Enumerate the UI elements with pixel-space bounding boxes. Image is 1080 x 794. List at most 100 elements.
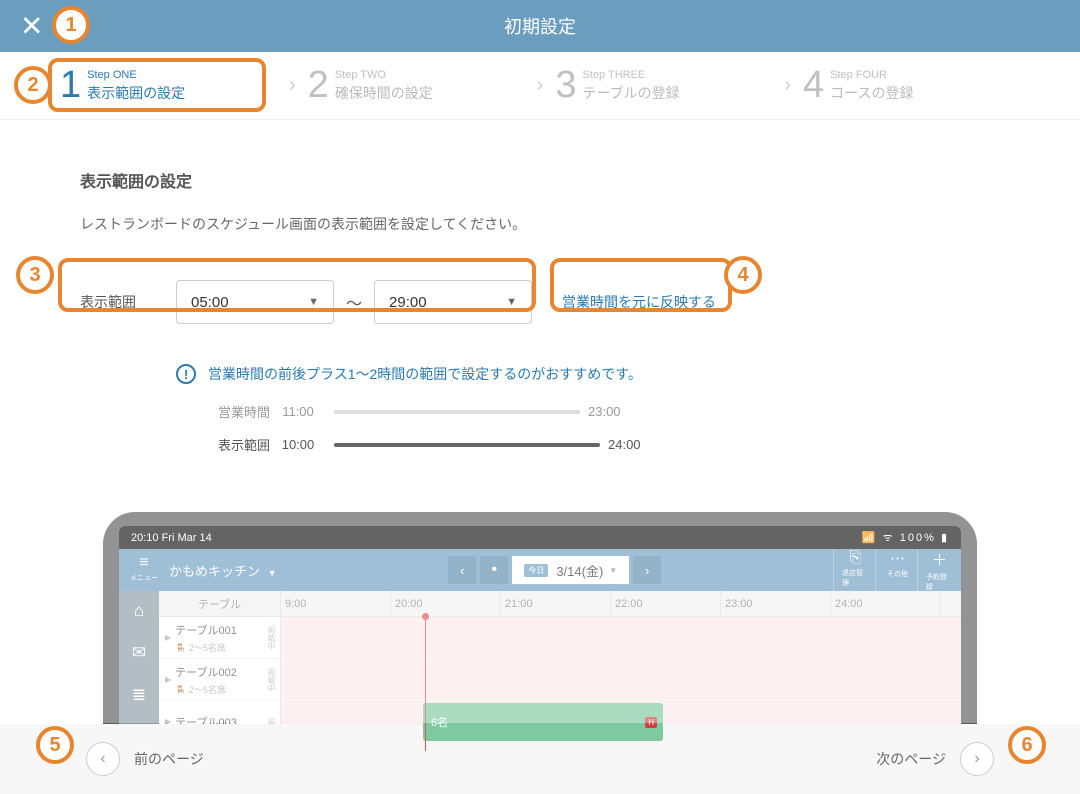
chevron-right-icon: › bbox=[537, 74, 544, 97]
step-title: 確保時間の設定 bbox=[335, 83, 433, 103]
time-col: 22:00 bbox=[611, 591, 721, 616]
step-title: コースの登録 bbox=[830, 83, 913, 103]
ex-from: 11:00 bbox=[270, 404, 326, 419]
annotation-1: 1 bbox=[52, 6, 90, 44]
step-label: Step THREE bbox=[582, 69, 679, 81]
step-3[interactable]: 3 Step THREE テーブルの登録 bbox=[555, 64, 772, 107]
step-number: 2 bbox=[308, 64, 329, 107]
table-row[interactable]: ▶ テーブル001 🪑 2〜5名席 掲載中 bbox=[159, 617, 280, 659]
step-number: 3 bbox=[555, 64, 576, 107]
annotation-4: 4 bbox=[724, 256, 762, 294]
modal-title: 初期設定 bbox=[504, 13, 576, 39]
modal-header: ✕ 初期設定 bbox=[0, 0, 1080, 52]
table-name: テーブル002 bbox=[175, 667, 237, 679]
mail-icon[interactable]: ✉ bbox=[132, 643, 146, 663]
header-actions: ⎘ 退店管理 ⋯ その他 ＋ 予約登録 bbox=[833, 549, 953, 592]
time-header: 9:00 20:00 21:00 22:00 23:00 24:00 bbox=[281, 591, 961, 617]
chevron-right-icon: › bbox=[784, 74, 791, 97]
battery-text: 100% bbox=[900, 532, 936, 544]
section-desc: レストランボードのスケジュール画面の表示範囲を設定してください。 bbox=[80, 214, 1000, 234]
date-nav: ‹ • 今日 3/14(金) ▼ › bbox=[448, 556, 661, 584]
wifi-icon: 📶 ᯤ bbox=[862, 532, 895, 544]
calendar-dot-button[interactable]: • bbox=[480, 556, 508, 584]
next-label: 次のページ bbox=[876, 749, 946, 769]
chevron-left-icon[interactable]: ‹ bbox=[86, 742, 120, 776]
date-text: 3/14(金) bbox=[556, 561, 603, 580]
more-button[interactable]: ⋯ その他 bbox=[875, 549, 911, 592]
step-title: テーブルの登録 bbox=[582, 83, 679, 103]
step-label: Step TWO bbox=[335, 69, 433, 81]
chevron-right-icon: › bbox=[289, 74, 296, 97]
annotation-2: 2 bbox=[14, 66, 52, 104]
content: 表示範囲の設定 レストランボードのスケジュール画面の表示範囲を設定してください。… bbox=[0, 120, 1080, 752]
step-4[interactable]: 4 Step FOUR コースの登録 bbox=[803, 64, 1020, 107]
add-reservation-button[interactable]: ＋ 予約登録 bbox=[917, 549, 953, 592]
status-icons: 📶 ᯤ 100% ▮ bbox=[862, 530, 949, 545]
ex-from: 10:00 bbox=[270, 437, 326, 452]
example-business-hours: 営業時間 11:00 23:00 bbox=[208, 402, 1000, 421]
step-label: Step FOUR bbox=[830, 69, 913, 81]
example-display-range: 表示範囲 10:00 24:00 bbox=[208, 435, 1000, 454]
list-icon[interactable]: ≣ bbox=[132, 685, 146, 705]
caret-right-icon: ▶ bbox=[165, 675, 171, 684]
next-page-group[interactable]: 次のページ › bbox=[876, 742, 994, 776]
time-col: 23:00 bbox=[721, 591, 831, 616]
reservation-block[interactable]: 6名 H bbox=[423, 703, 663, 741]
table-column-header: テーブル bbox=[159, 591, 280, 617]
reservation-label: 6名 bbox=[431, 714, 448, 730]
next-date-button[interactable]: › bbox=[633, 556, 661, 584]
step-2[interactable]: 2 Step TWO 確保時間の設定 bbox=[308, 64, 525, 107]
caret-right-icon: ▶ bbox=[165, 633, 171, 642]
status-time: 20:10 Fri Mar 14 bbox=[131, 532, 212, 544]
caret-down-icon: ▼ bbox=[609, 566, 617, 575]
ex-bar bbox=[334, 410, 580, 414]
now-indicator-line bbox=[425, 617, 426, 751]
timeline-row[interactable] bbox=[281, 659, 961, 701]
publish-badge: 掲載中 bbox=[266, 668, 277, 692]
table-row[interactable]: ▶ テーブル002 🪑 2〜5名席 掲載中 bbox=[159, 659, 280, 701]
menu-button[interactable]: ≡ メニュー bbox=[127, 557, 161, 582]
annotation-6: 6 bbox=[1008, 726, 1046, 764]
reservation-icon: H bbox=[645, 717, 657, 728]
info-icon: ! bbox=[176, 364, 196, 384]
time-col: 24:00 bbox=[831, 591, 941, 616]
annotation-box-4 bbox=[550, 258, 732, 312]
today-badge: 今日 bbox=[524, 564, 548, 577]
prev-label: 前のページ bbox=[134, 749, 204, 769]
annotation-5: 5 bbox=[36, 726, 74, 764]
checkout-button[interactable]: ⎘ 退店管理 bbox=[833, 549, 869, 592]
plus-icon: ＋ bbox=[932, 549, 947, 570]
table-seats: 🪑 2〜5名席 bbox=[175, 641, 237, 654]
step-number: 4 bbox=[803, 64, 824, 107]
close-icon[interactable]: ✕ bbox=[20, 10, 43, 43]
prev-date-button[interactable]: ‹ bbox=[448, 556, 476, 584]
prev-page-group[interactable]: ‹ 前のページ bbox=[86, 742, 204, 776]
ex-to: 23:00 bbox=[588, 404, 621, 419]
caret-down-icon: ▼ bbox=[268, 568, 277, 578]
date-display[interactable]: 今日 3/14(金) ▼ bbox=[512, 556, 629, 584]
time-example: 営業時間 11:00 23:00 表示範囲 10:00 24:00 bbox=[208, 402, 1000, 454]
annotation-box-2 bbox=[48, 58, 266, 112]
battery-icon: ▮ bbox=[941, 532, 949, 544]
hint-text: 営業時間の前後プラス1〜2時間の範囲で設定するのがおすすめです。 bbox=[208, 364, 642, 384]
chevron-right-icon[interactable]: › bbox=[960, 742, 994, 776]
menu-label: メニュー bbox=[130, 573, 158, 583]
ex-label: 営業時間 bbox=[208, 402, 270, 421]
ex-label: 表示範囲 bbox=[208, 435, 270, 454]
annotation-box-3 bbox=[58, 258, 536, 312]
home-icon[interactable]: ⌂ bbox=[134, 601, 144, 621]
door-icon: ⎘ bbox=[849, 549, 861, 566]
tablet-preview: 20:10 Fri Mar 14 📶 ᯤ 100% ▮ ≡ メニュー かもめキッ… bbox=[80, 512, 1000, 752]
annotation-3: 3 bbox=[16, 256, 54, 294]
table-name: テーブル001 bbox=[175, 625, 237, 637]
dots-icon: ⋯ bbox=[890, 549, 905, 567]
store-name[interactable]: かもめキッチン ▼ bbox=[169, 561, 277, 580]
publish-badge: 掲載中 bbox=[266, 626, 277, 650]
time-col: 9:00 bbox=[281, 591, 391, 616]
hamburger-icon: ≡ bbox=[139, 557, 148, 568]
app-header: ≡ メニュー かもめキッチン ▼ ‹ • 今日 3/14(金) ▼ bbox=[119, 549, 961, 591]
hint-row: ! 営業時間の前後プラス1〜2時間の範囲で設定するのがおすすめです。 bbox=[176, 364, 1000, 384]
timeline-row[interactable] bbox=[281, 617, 961, 659]
ex-bar bbox=[334, 443, 600, 447]
time-col: 21:00 bbox=[501, 591, 611, 616]
